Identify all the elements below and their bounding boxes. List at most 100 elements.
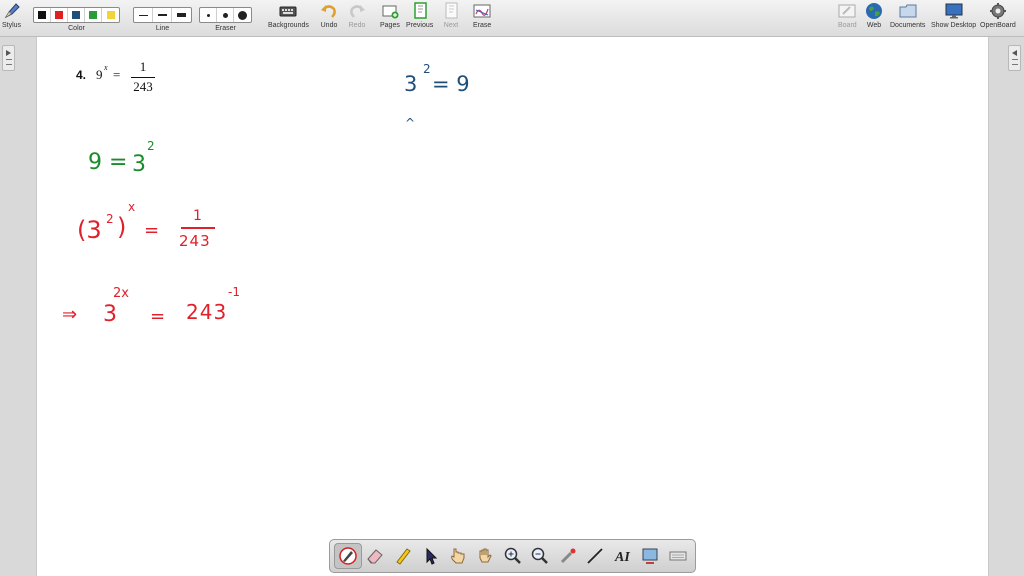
web-label: Web [866, 22, 882, 29]
keyboard-icon [279, 2, 297, 20]
line-label: Line [155, 25, 170, 32]
backgrounds-button[interactable]: Backgrounds [268, 2, 309, 29]
pen-tool-button[interactable] [334, 543, 362, 569]
next-button[interactable]: Next [442, 2, 460, 29]
ink-red-open: (3 [77, 216, 102, 244]
eraser-large-option[interactable] [234, 8, 251, 22]
show-desktop-label: Show Desktop [931, 22, 977, 29]
ink-red-fraction-bar [181, 227, 215, 229]
line-group: Line [133, 2, 192, 32]
openboard-window: Stylus Color Line Eraser Backgrounds Und… [0, 0, 1024, 576]
globe-icon [865, 2, 883, 20]
laser-pointer-button[interactable] [554, 543, 582, 569]
right-palette-toggle[interactable] [1008, 45, 1021, 71]
documents-button[interactable]: Documents [890, 2, 925, 29]
undo-label: Undo [320, 22, 338, 29]
ink-green-exponent: 2 [147, 139, 155, 153]
board-label: Board [838, 22, 857, 29]
openboard-menu-button[interactable]: OpenBoard [980, 2, 1016, 29]
previous-label: Previous [406, 22, 434, 29]
color-black-swatch[interactable] [34, 8, 51, 22]
color-green-swatch[interactable] [85, 8, 102, 22]
ink-red-close: ) [117, 213, 127, 241]
web-button[interactable]: Web [865, 2, 883, 29]
svg-text:AI: AI [614, 550, 630, 565]
ink-blue-mark: ^ [405, 116, 416, 130]
line-medium-option[interactable] [153, 8, 172, 22]
ink-red-inner-exponent: 2 [106, 212, 114, 226]
stylus-icon [3, 2, 21, 20]
ink-red-equals-2: = [150, 306, 166, 327]
top-toolbar: Stylus Color Line Eraser Backgrounds Und… [0, 0, 1024, 37]
color-blue-swatch[interactable] [68, 8, 85, 22]
folder-icon [899, 2, 917, 20]
line-width-palette [133, 7, 192, 23]
ink-green-base: 3 [132, 152, 146, 177]
collapse-arrow-icon [1012, 50, 1017, 56]
zoom-in-button[interactable] [499, 543, 527, 569]
color-yellow-swatch[interactable] [102, 8, 119, 22]
undo-button[interactable]: Undo [320, 2, 338, 29]
interact-tool-button[interactable] [444, 543, 472, 569]
ink-red-outer-exponent: x [128, 200, 136, 214]
cursor-arrow-icon [426, 547, 438, 565]
gear-icon [989, 2, 1007, 20]
board-icon [838, 2, 856, 20]
capture-icon [642, 548, 658, 564]
redo-button[interactable]: Redo [348, 2, 366, 29]
selector-tool-button[interactable] [417, 543, 445, 569]
previous-page-icon [411, 2, 429, 20]
zoom-out-button[interactable] [527, 543, 555, 569]
whiteboard-canvas[interactable] [36, 37, 989, 576]
text-tool-button[interactable]: AI [609, 543, 637, 569]
erase-label: Erase [473, 22, 492, 29]
ink-red-numerator: 1 [193, 208, 202, 224]
ink-red-denominator: 243 [179, 232, 211, 250]
color-palette [33, 7, 120, 23]
previous-button[interactable]: Previous [406, 2, 433, 29]
left-palette-toggle[interactable] [2, 45, 15, 71]
eraser-icon [367, 549, 383, 564]
openboard-label: OpenBoard [980, 22, 1016, 29]
keyboard-icon [669, 551, 687, 561]
virtual-keyboard-button[interactable] [664, 543, 692, 569]
ink-red-equals-1: = [144, 220, 160, 241]
line-tool-button[interactable] [582, 543, 610, 569]
line-icon [587, 548, 603, 564]
stylus-button[interactable]: Stylus [2, 2, 21, 29]
line-thin-option[interactable] [134, 8, 153, 22]
undo-arrow-icon [320, 2, 338, 20]
eraser-tool-button[interactable] [362, 543, 390, 569]
fraction-bar [131, 77, 155, 78]
capture-tool-button[interactable] [637, 543, 665, 569]
grip-icon [1012, 59, 1018, 65]
problem-exponent: x [104, 63, 108, 72]
eraser-medium-option[interactable] [217, 8, 234, 22]
problem-numerator: 1 [139, 59, 147, 74]
show-desktop-button[interactable]: Show Desktop [931, 2, 976, 29]
line-thick-option[interactable] [172, 8, 191, 22]
monitor-icon [945, 2, 963, 20]
ink-red-exponent-2: 2x [113, 286, 129, 301]
eraser-small-option[interactable] [200, 8, 217, 22]
color-red-swatch[interactable] [51, 8, 68, 22]
pen-icon [339, 547, 357, 565]
pages-button[interactable]: Pages [380, 2, 400, 29]
add-page-icon [381, 2, 399, 20]
problem-number: 4. [76, 68, 87, 82]
ink-red-base-2: 3 [103, 302, 117, 327]
text-icon: AI [614, 550, 630, 565]
problem-equals: = [113, 67, 121, 82]
erase-button[interactable]: Erase [473, 2, 491, 29]
board-button[interactable]: Board [838, 2, 857, 29]
eraser-label: Eraser [215, 25, 236, 32]
backgrounds-label: Backgrounds [268, 22, 309, 29]
expand-arrow-icon [6, 50, 11, 56]
highlighter-tool-button[interactable] [389, 543, 417, 569]
ink-red-implies: ⇒ [62, 304, 78, 325]
next-label: Next [443, 22, 459, 29]
grip-icon [6, 59, 12, 65]
zoom-out-icon [532, 547, 549, 564]
documents-label: Documents [890, 22, 926, 29]
hand-tool-button[interactable] [472, 543, 500, 569]
